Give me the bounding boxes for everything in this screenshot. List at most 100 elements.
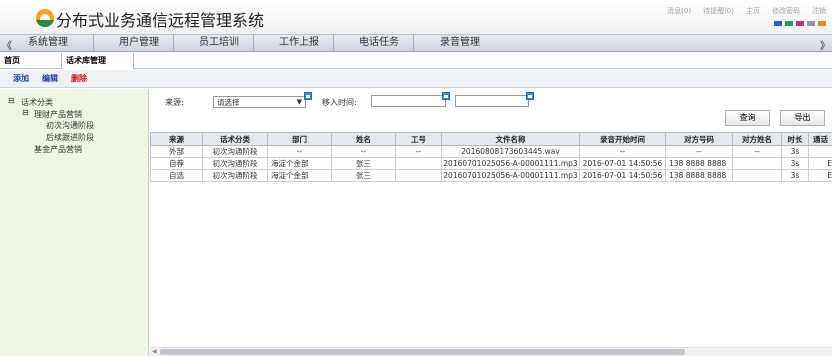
app-title: 分布式业务通信远程管理系统 — [56, 11, 265, 30]
theme-swatch-gray[interactable] — [807, 21, 815, 26]
cell — [395, 169, 442, 182]
cell: 138 8888 8888 — [665, 169, 733, 182]
cell: 初次沟通阶段 — [202, 157, 268, 170]
cell: 初次沟通阶段 — [202, 169, 268, 182]
tree-leaf-initial[interactable]: 初次沟通阶段 — [46, 120, 94, 131]
cell: 3s — [781, 145, 809, 158]
cell — [732, 157, 782, 170]
cell: 3s — [781, 169, 809, 182]
move-in-time-label: 移入时间: — [322, 98, 357, 107]
cell: -- — [267, 145, 332, 158]
nav-item-system[interactable]: 系统管理 — [14, 35, 94, 51]
cell — [808, 145, 832, 158]
nav-right-arrow-icon[interactable]: 》 — [820, 37, 830, 52]
end-date-input[interactable] — [455, 95, 529, 107]
tree-leaf-followup[interactable]: 后续跟进阶段 — [46, 132, 94, 143]
source-select-value: 请选择 — [217, 98, 240, 107]
cell: -- — [732, 145, 782, 158]
col-source[interactable]: 来源 — [150, 132, 203, 146]
main-nav: 《 系统管理 用户管理 员工培训 工作上报 电话任务 录音管理 》 — [0, 34, 832, 52]
cell: 海淀个金部 — [267, 157, 332, 170]
messages-link[interactable]: 消息(0) — [667, 6, 691, 16]
delete-button[interactable]: 删除 — [71, 73, 87, 84]
table-row[interactable]: 外部 初次沟通阶段 -- -- -- 20160808173603445.wav… — [150, 145, 832, 158]
tree-node-fund[interactable]: 基金产品营销 — [34, 144, 82, 155]
toolbar: 添加 编辑 删除 — [0, 70, 832, 88]
theme-swatches — [774, 21, 826, 26]
col-file-name[interactable]: 文件名称 — [441, 132, 580, 146]
scrollbar-thumb[interactable] — [160, 349, 685, 355]
table-header-row: 来源 话术分类 部门 姓名 工号 文件名称 录音开始时间 对方号码 对方姓名 时… — [150, 132, 832, 146]
cell: 2016-07-01 14:50:56 — [579, 157, 666, 170]
logout-link[interactable]: 注销 — [812, 6, 826, 16]
table-row[interactable]: 自选 初次沟通阶段 海淀个金部 张三 20160701025056-A-0000… — [150, 169, 832, 182]
cell: 138 8888 8888 — [665, 157, 733, 170]
cell: -- — [665, 145, 733, 158]
edit-button[interactable]: 编辑 — [42, 73, 58, 84]
nav-item-recordings[interactable]: 录音管理 — [414, 35, 494, 51]
home-link[interactable]: 主页 — [746, 6, 760, 16]
col-other-number[interactable]: 对方号码 — [665, 132, 733, 146]
page-tabs: 首页 话术库管理 — [0, 53, 832, 69]
col-employee-id[interactable]: 工号 — [395, 132, 442, 146]
source-label: 来源: — [165, 98, 184, 107]
nav-item-report[interactable]: 工作上报 — [254, 35, 334, 51]
col-call[interactable]: 通话 — [808, 132, 832, 146]
theme-swatch-magenta[interactable] — [796, 21, 804, 26]
scroll-left-icon[interactable]: ◀ — [152, 348, 157, 355]
tree-collapse-icon[interactable]: ⊟ — [22, 108, 29, 117]
cell: 张三 — [331, 157, 396, 170]
cell: 外部 — [150, 145, 203, 158]
tab-home[interactable]: 首页 — [0, 53, 62, 69]
cell: 20160701025056-A-00001111.mp3 — [441, 169, 580, 182]
tree-node-wealth[interactable]: 理财产品营销 — [34, 109, 82, 120]
cell: 20160808173603445.wav — [441, 145, 580, 158]
theme-swatch-blue[interactable] — [774, 21, 782, 26]
start-date-input[interactable] — [371, 95, 446, 107]
theme-swatch-green[interactable] — [785, 21, 793, 26]
cell: -- — [395, 145, 442, 158]
nav-item-training[interactable]: 员工培训 — [174, 35, 254, 51]
cell: -- — [331, 145, 396, 158]
tree-collapse-icon[interactable]: ⊟ — [8, 96, 15, 105]
nav-item-phone-tasks[interactable]: 电话任务 — [334, 35, 414, 51]
app-window: 分布式业务通信远程管理系统 消息(0) 待提醒(0) 主页 修改密码 注销 《 … — [0, 0, 832, 356]
col-other-name[interactable]: 对方姓名 — [732, 132, 782, 146]
col-category[interactable]: 话术分类 — [202, 132, 268, 146]
cell: E — [808, 169, 832, 182]
cell: -- — [579, 145, 666, 158]
cell — [732, 169, 782, 182]
nav-item-users[interactable]: 用户管理 — [94, 35, 174, 51]
table-row[interactable]: 自荐 初次沟通阶段 海淀个金部 张三 20160701025056-A-0000… — [150, 157, 832, 170]
cell: 20160701025056-A-00001111.mp3 — [441, 157, 580, 170]
calendar-icon[interactable] — [526, 92, 534, 100]
top-links: 消息(0) 待提醒(0) 主页 修改密码 注销 — [667, 6, 826, 16]
col-name[interactable]: 姓名 — [331, 132, 396, 146]
col-department[interactable]: 部门 — [267, 132, 332, 146]
cell: 3s — [781, 157, 809, 170]
cell: 2016-07-01 14:50:56 — [579, 169, 666, 182]
category-tree: ⊟ 话术分类 ⊟ 理财产品营销 初次沟通阶段 后续跟进阶段 基金产品营销 — [0, 89, 149, 356]
change-password-link[interactable]: 修改密码 — [772, 6, 800, 16]
add-button[interactable]: 添加 — [13, 73, 29, 84]
cell: E — [808, 157, 832, 170]
col-duration[interactable]: 时长 — [781, 132, 809, 146]
tab-script-library[interactable]: 话术库管理 — [62, 53, 134, 69]
cell: 初次沟通阶段 — [202, 145, 268, 158]
reminders-link[interactable]: 待提醒(0) — [703, 6, 734, 16]
horizontal-scrollbar[interactable]: ◀ — [150, 347, 832, 356]
cell: 自荐 — [150, 157, 203, 170]
cell: 海淀个金部 — [267, 169, 332, 182]
col-start-time[interactable]: 录音开始时间 — [579, 132, 666, 146]
tree-root[interactable]: 话术分类 — [21, 97, 53, 108]
cell: 张三 — [331, 169, 396, 182]
query-button[interactable]: 查询 — [725, 110, 770, 126]
cell — [395, 157, 442, 170]
nav-left-arrow-icon[interactable]: 《 — [2, 37, 12, 52]
source-select[interactable]: 请选择 ▼ — [213, 96, 306, 108]
calendar-icon[interactable] — [304, 92, 312, 100]
logo-icon — [36, 9, 54, 27]
export-button[interactable]: 导出 — [780, 110, 825, 126]
range-separator: -- — [448, 97, 453, 104]
theme-swatch-orange[interactable] — [818, 21, 826, 26]
